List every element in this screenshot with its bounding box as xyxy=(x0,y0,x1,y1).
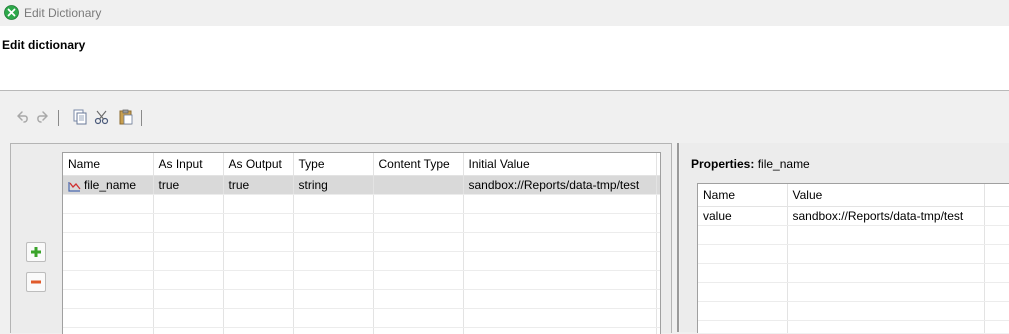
empty-row xyxy=(63,233,661,252)
properties-title: Properties: file_name xyxy=(691,157,810,171)
variable-icon xyxy=(68,179,81,192)
toolbar xyxy=(0,104,200,132)
empty-row xyxy=(63,271,661,290)
window-title: Edit Dictionary xyxy=(24,6,101,20)
empty-row xyxy=(698,321,1009,334)
as-output-cell[interactable]: true xyxy=(223,176,293,195)
dictionary-panel: Name As Input As Output Type Content Typ… xyxy=(10,143,672,333)
column-header[interactable]: As Input xyxy=(153,153,223,176)
remove-entry-button[interactable] xyxy=(26,272,46,292)
entry-name: file_name xyxy=(84,178,136,192)
column-header[interactable]: As Output xyxy=(223,153,293,176)
column-header[interactable]: Name xyxy=(63,153,153,176)
column-header[interactable]: Name xyxy=(698,184,787,207)
toolbar-separator xyxy=(58,110,59,126)
name-cell[interactable]: file_name xyxy=(63,176,153,195)
empty-row xyxy=(63,290,661,309)
toolbar-separator xyxy=(141,110,142,126)
properties-entry-name: file_name xyxy=(758,157,810,171)
empty-row xyxy=(63,252,661,271)
green-x-circle-icon xyxy=(4,5,19,20)
column-header-filler xyxy=(984,184,1009,207)
empty-row xyxy=(698,302,1009,321)
column-header[interactable]: Initial Value xyxy=(463,153,656,176)
redo-icon[interactable] xyxy=(34,108,52,126)
properties-table[interactable]: Name Value value sandbox://Reports/data-… xyxy=(697,183,1009,333)
type-cell[interactable]: string xyxy=(293,176,373,195)
initial-value-cell[interactable]: sandbox://Reports/data-tmp/test xyxy=(463,176,656,195)
empty-row xyxy=(698,264,1009,283)
add-entry-button[interactable] xyxy=(26,242,46,262)
panel-sash[interactable] xyxy=(677,143,679,332)
page-title: Edit dictionary xyxy=(2,38,85,52)
column-header[interactable]: Content Type xyxy=(373,153,463,176)
empty-row xyxy=(63,328,661,334)
copy-icon[interactable] xyxy=(71,108,89,126)
paste-icon[interactable] xyxy=(117,108,135,126)
empty-row xyxy=(698,245,1009,264)
column-header[interactable]: Value xyxy=(787,184,984,207)
empty-row xyxy=(698,226,1009,245)
dictionary-table[interactable]: Name As Input As Output Type Content Typ… xyxy=(62,152,661,334)
properties-label: Properties: xyxy=(691,157,754,171)
as-input-cell[interactable]: true xyxy=(153,176,223,195)
column-header[interactable]: Type xyxy=(293,153,373,176)
table-header-row: Name As Input As Output Type Content Typ… xyxy=(63,153,661,176)
undo-icon[interactable] xyxy=(13,108,31,126)
property-name-cell[interactable]: value xyxy=(698,207,787,226)
table-row[interactable]: file_name true true string sandbox://Rep… xyxy=(63,176,661,195)
header-panel: Edit dictionary xyxy=(0,26,1009,91)
empty-row xyxy=(63,309,661,328)
window-titlebar: Edit Dictionary xyxy=(0,0,1009,26)
empty-row xyxy=(63,195,661,214)
properties-panel: Properties: file_name Name Value value s… xyxy=(680,143,1009,332)
column-header-filler xyxy=(656,153,661,176)
empty-row xyxy=(698,283,1009,302)
empty-row xyxy=(63,214,661,233)
add-icon xyxy=(29,245,43,259)
table-row[interactable]: value sandbox://Reports/data-tmp/test xyxy=(698,207,1009,226)
remove-icon xyxy=(29,275,43,289)
table-header-row: Name Value xyxy=(698,184,1009,207)
filler-cell xyxy=(984,207,1009,226)
cut-icon[interactable] xyxy=(93,108,111,126)
content-type-cell[interactable] xyxy=(373,176,463,195)
property-value-cell[interactable]: sandbox://Reports/data-tmp/test xyxy=(787,207,984,226)
filler-cell xyxy=(656,176,661,195)
